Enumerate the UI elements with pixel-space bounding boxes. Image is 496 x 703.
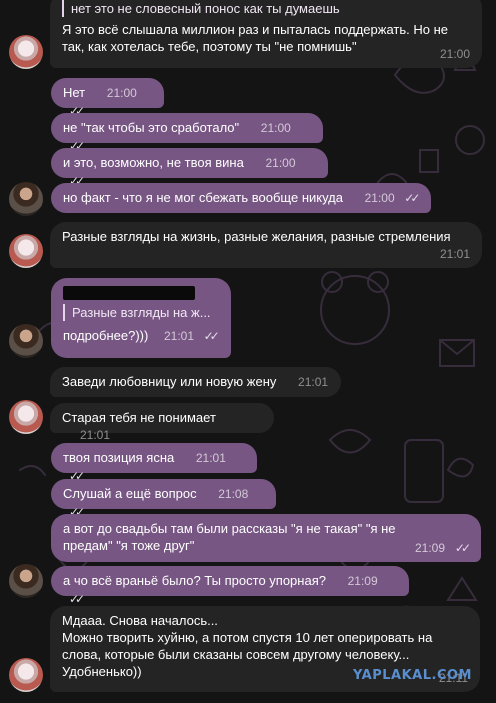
reply-quote[interactable]: нет это не словесный понос как ты думаеш… (62, 0, 470, 17)
message-text: Разные взгляды на жизнь, разные желания,… (62, 229, 451, 244)
own-avatar[interactable] (9, 182, 43, 216)
message-outgoing[interactable]: Слушай а ещё вопрос 21:08 ✓✓ (51, 479, 276, 519)
own-avatar[interactable] (9, 324, 43, 358)
message-time: 21:00 (106, 86, 137, 100)
message-outgoing[interactable]: Разные взгляды на ж... подробнее?))) 21:… (51, 278, 231, 358)
message-time: 21:01 (80, 428, 111, 442)
own-avatar[interactable] (9, 564, 43, 598)
message-incoming[interactable]: нет это не словесный понос как ты думаеш… (50, 0, 482, 68)
contact-avatar[interactable] (9, 234, 43, 268)
message-incoming[interactable]: Разные взгляды на жизнь, разные желания,… (50, 222, 482, 268)
message-time: 21:01 (195, 451, 226, 465)
message-incoming[interactable]: Заведи любовницу или новую жену 21:01 (50, 367, 341, 397)
site-watermark: YAPLAKAL.COM (353, 668, 472, 683)
message-outgoing[interactable]: не "так чтобы это сработало" 21:00 ✓✓ (51, 113, 323, 153)
double-check-icon: ✓✓ (404, 191, 420, 205)
message-text: подробнее?))) (63, 328, 149, 343)
message-outgoing[interactable]: Нет 21:00 ✓✓ (51, 78, 164, 118)
redacted-name (63, 286, 195, 300)
contact-avatar[interactable] (9, 35, 43, 69)
message-time: 21:09 (347, 574, 378, 588)
message-time: 21:01 (298, 375, 329, 389)
double-check-icon: ✓✓ (203, 329, 220, 343)
message-time: 21:00 (439, 47, 470, 61)
message-time: 21:09 (414, 541, 445, 555)
message-time: 21:00 (265, 156, 296, 170)
message-text: Старая тебя не понимает (62, 410, 216, 425)
message-text: а чо всё враньё было? Ты просто упорная? (63, 573, 326, 588)
message-outgoing[interactable]: и это, возможно, не твоя вина 21:00 ✓✓ (51, 148, 328, 188)
contact-avatar[interactable] (9, 658, 43, 692)
message-text: а вот до свадьбы там были рассказы "я не… (63, 521, 396, 553)
message-time: 21:00 (364, 191, 395, 205)
message-text: Нет (63, 85, 86, 100)
message-text: не "так чтобы это сработало" (63, 120, 240, 135)
message-text: и это, возможно, не твоя вина (63, 155, 244, 170)
message-outgoing[interactable]: а вот до свадьбы там были рассказы "я не… (51, 514, 481, 562)
double-check-icon: ✓✓ (454, 541, 471, 555)
message-time: 21:00 (260, 121, 291, 135)
reply-quote[interactable]: Разные взгляды на ж... (63, 304, 219, 321)
message-text: но факт - что я не мог сбежать вообще ни… (63, 190, 343, 205)
message-text: Я это всё слышала миллион раз и пыталась… (62, 22, 448, 54)
message-text: Заведи любовницу или новую жену (62, 374, 277, 389)
contact-avatar[interactable] (9, 400, 43, 434)
message-time: 21:01 (163, 329, 194, 343)
message-time: 21:01 (439, 247, 470, 261)
message-incoming[interactable]: Старая тебя не понимает 21:01 (50, 403, 274, 442)
message-text: Слушай а ещё вопрос (63, 486, 197, 501)
message-outgoing[interactable]: твоя позиция ясна 21:01 ✓✓ (51, 443, 257, 483)
message-time: 21:08 (218, 487, 249, 501)
message-text: твоя позиция ясна (63, 450, 175, 465)
message-outgoing[interactable]: а чо всё враньё было? Ты просто упорная?… (51, 566, 409, 606)
message-outgoing[interactable]: но факт - что я не мог сбежать вообще ни… (51, 183, 431, 213)
